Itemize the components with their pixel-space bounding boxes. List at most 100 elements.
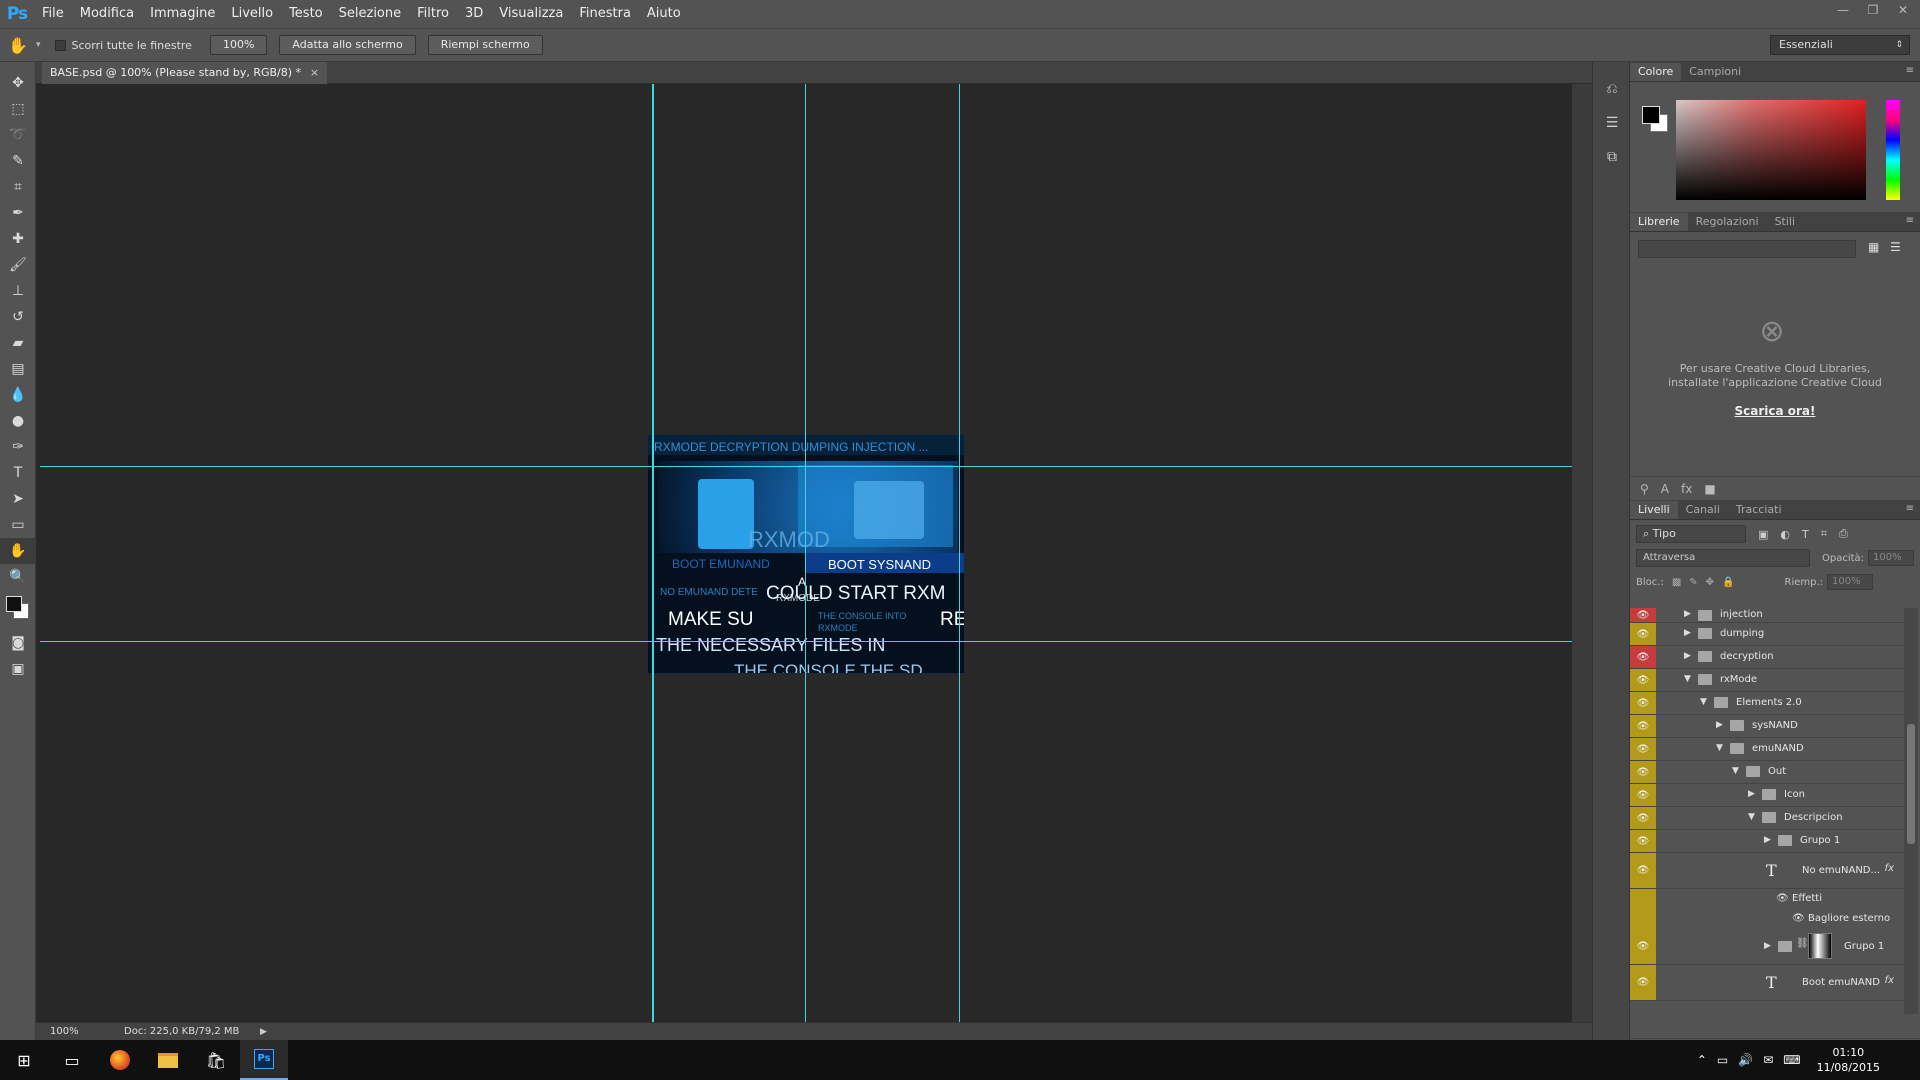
guide-vertical-2[interactable] [805, 84, 806, 1022]
collapse-arrow-icon[interactable]: ▼ [1684, 674, 1691, 684]
shape-tool-icon[interactable]: ▭ [0, 512, 36, 538]
library-select[interactable] [1638, 240, 1856, 258]
visibility-eye-icon[interactable]: 👁 [1630, 761, 1656, 783]
tool-preset-dropdown-icon[interactable]: ▾ [36, 40, 41, 50]
add-text-icon[interactable]: A [1661, 482, 1669, 496]
menu-aiuto[interactable]: Aiuto [639, 0, 689, 28]
collapse-arrow-icon[interactable]: ▼ [1748, 812, 1755, 822]
fx-icon[interactable]: fx [1885, 975, 1894, 986]
fill-field[interactable]: 100% [1827, 574, 1874, 590]
foreground-color[interactable] [6, 596, 22, 612]
hand-tool-icon[interactable]: ✋ [0, 538, 36, 564]
close-tab-icon[interactable]: × [310, 62, 319, 84]
filter-type-icon[interactable]: T [1802, 528, 1809, 541]
expand-arrow-icon[interactable]: ▶ [1764, 941, 1771, 951]
status-menu-arrow-icon[interactable]: ▶ [260, 1027, 267, 1037]
effect-eye-icon[interactable]: 👁 [1776, 893, 1789, 904]
tablet-icon[interactable]: ▭ [1717, 1053, 1728, 1067]
visibility-eye-icon[interactable]: 👁 [1630, 784, 1656, 806]
effect-eye-icon[interactable]: 👁 [1792, 913, 1805, 924]
color-swatches[interactable] [0, 590, 36, 630]
zoom-level[interactable]: 100% [36, 1026, 96, 1037]
lasso-tool-icon[interactable]: ➰ [0, 122, 36, 148]
layer-row[interactable]: 👁 ▶ injection [1630, 608, 1904, 623]
visibility-eye-icon[interactable]: 👁 [1630, 646, 1656, 668]
menu-livello[interactable]: Livello [223, 0, 281, 28]
type-tool-icon[interactable]: T [0, 460, 36, 486]
expand-arrow-icon[interactable]: ▶ [1684, 651, 1691, 661]
menu-modifica[interactable]: Modifica [72, 0, 142, 28]
history-brush-tool-icon[interactable]: ↺ [0, 304, 36, 330]
dodge-tool-icon[interactable]: ● [0, 408, 36, 434]
tab-livelli[interactable]: Livelli [1630, 501, 1678, 519]
layer-row[interactable]: 👁 T Boot emuNAND fx [1630, 965, 1904, 1001]
fit-screen-button[interactable]: Adatta allo schermo [279, 35, 416, 55]
tray-up-arrow-icon[interactable]: ⌃ [1697, 1053, 1707, 1067]
download-now-link[interactable]: Scarica ora! [1630, 404, 1920, 418]
visibility-eye-icon[interactable]: 👁 [1630, 669, 1656, 691]
list-view-icon[interactable]: ☰ [1890, 240, 1901, 254]
effects-row[interactable]: 👁 Effetti [1630, 889, 1904, 909]
menu-filtro[interactable]: Filtro [409, 0, 457, 28]
color-spectrum[interactable] [1676, 100, 1866, 200]
stamp-tool-icon[interactable]: ⊥ [0, 278, 36, 304]
scroll-all-checkbox[interactable] [54, 39, 66, 51]
lock-transparency-icon[interactable]: ▩ [1672, 577, 1681, 588]
layer-row[interactable]: 👁 ▶ decryption [1630, 646, 1904, 669]
collapse-arrow-icon[interactable]: ▼ [1700, 697, 1707, 707]
visibility-eye-icon[interactable]: 👁 [1630, 965, 1656, 1000]
visibility-eye-icon[interactable]: 👁 [1630, 853, 1656, 888]
menu-testo[interactable]: Testo [281, 0, 331, 28]
guide-vertical-3[interactable] [959, 84, 960, 1022]
workspace-select[interactable]: Essenziali ⇕ [1770, 35, 1910, 55]
visibility-eye-icon[interactable]: 👁 [1630, 715, 1656, 737]
layer-mask-thumbnail[interactable] [1808, 933, 1832, 959]
document-tab[interactable]: BASE.psd @ 100% (Please stand by, RGB/8)… [42, 62, 328, 84]
lock-pixels-icon[interactable]: ✎ [1689, 577, 1697, 588]
hue-slider[interactable] [1886, 100, 1900, 200]
layer-row[interactable]: 👁 ▼ emuNAND [1630, 738, 1904, 761]
guide-vertical-1[interactable] [652, 84, 654, 1022]
history-panel-icon[interactable]: ⎌ [1593, 72, 1631, 106]
menu-selezione[interactable]: Selezione [331, 0, 410, 28]
blend-mode-select[interactable]: Attraversa [1636, 549, 1810, 567]
blur-tool-icon[interactable]: 💧 [0, 382, 36, 408]
layers-scroll-thumb[interactable] [1907, 724, 1915, 844]
layers-scrollbar[interactable] [1904, 608, 1918, 1014]
zoom-100-button[interactable]: 100% [209, 35, 268, 55]
quick-mask-icon[interactable]: ◙ [0, 630, 36, 656]
visibility-eye-icon[interactable]: 👁 [1630, 929, 1656, 964]
canvas-area[interactable]: RXMODE DECRYPTION DUMPING INJECTION ... … [40, 84, 1572, 1022]
layer-row[interactable]: 👁 ▼ Out [1630, 761, 1904, 784]
menu-visualizza[interactable]: Visualizza [491, 0, 571, 28]
move-tool-icon[interactable]: ✥ [0, 70, 36, 96]
visibility-eye-icon[interactable]: 👁 [1630, 623, 1656, 645]
file-explorer-icon[interactable] [144, 1040, 192, 1080]
pen-tool-icon[interactable]: ✑ [0, 434, 36, 460]
task-view-icon[interactable]: ▭ [48, 1040, 96, 1080]
menu-file[interactable]: File [34, 0, 72, 28]
firefox-icon[interactable] [96, 1040, 144, 1080]
windows-start-icon[interactable]: ⊞ [0, 1040, 48, 1080]
visibility-eye-icon[interactable]: 👁 [1630, 830, 1656, 852]
expand-arrow-icon[interactable]: ▶ [1684, 609, 1691, 619]
filter-pixel-icon[interactable]: ▣ [1758, 528, 1768, 541]
hand-tool-icon[interactable]: ✋ [0, 31, 36, 59]
healing-brush-tool-icon[interactable]: ✚ [0, 226, 36, 252]
tab-regolazioni[interactable]: Regolazioni [1688, 213, 1767, 231]
canvas-vertical-scrollbar[interactable] [1572, 84, 1592, 1022]
panel-foreground-color[interactable] [1642, 106, 1660, 124]
menu-3d[interactable]: 3D [457, 0, 491, 28]
add-color-icon[interactable]: ■ [1704, 482, 1715, 496]
opacity-field[interactable]: 100% [1868, 550, 1915, 566]
expand-arrow-icon[interactable]: ▶ [1684, 628, 1691, 638]
grid-view-icon[interactable]: ▦ [1868, 240, 1879, 254]
adjust-panel-icon[interactable]: ⧉ [1593, 140, 1631, 174]
layer-filter-select[interactable]: ⌕ Tipo [1636, 525, 1746, 543]
store-icon[interactable]: 🛍 [192, 1040, 240, 1080]
clock[interactable]: 01:10 11/08/2015 [1817, 1045, 1880, 1075]
effect-row[interactable]: 👁 Bagliore esterno [1630, 909, 1904, 929]
add-fx-icon[interactable]: fx [1681, 482, 1692, 496]
tab-colore[interactable]: Colore [1630, 63, 1682, 81]
expand-arrow-icon[interactable]: ▶ [1748, 789, 1755, 799]
